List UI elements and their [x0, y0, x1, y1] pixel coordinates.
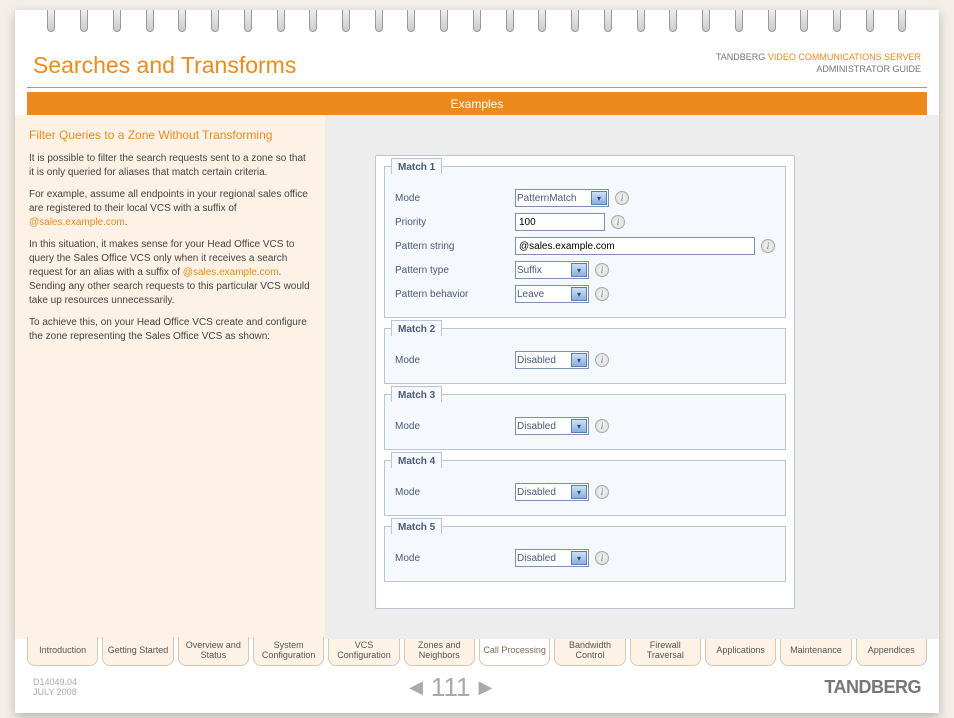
paragraph: For example, assume all endpoints in you…	[29, 188, 311, 230]
tab-call-processing[interactable]: Call Processing	[479, 637, 550, 666]
tab-bandwidth-control[interactable]: Bandwidth Control	[554, 637, 625, 666]
tab-getting-started[interactable]: Getting Started	[102, 637, 173, 666]
mode-select[interactable]: PatternMatch▾	[515, 189, 609, 207]
priority-input[interactable]	[515, 213, 605, 231]
mode-select[interactable]: Disabled▾	[515, 549, 589, 567]
section-bar: Examples	[27, 92, 927, 115]
mode-label: Mode	[395, 355, 515, 366]
pattern-string-input[interactable]	[515, 237, 755, 255]
match-5-section: Match 5 Mode Disabled▾ i	[384, 526, 786, 582]
spiral-binding	[15, 10, 939, 38]
chevron-down-icon: ▾	[571, 419, 587, 433]
tab-overview-status[interactable]: Overview and Status	[178, 637, 249, 666]
chevron-down-icon: ▾	[571, 287, 587, 301]
left-panel: Filter Queries to a Zone Without Transfo…	[15, 115, 325, 639]
brand-name: TANDBERG	[716, 52, 765, 62]
chevron-down-icon: ▾	[571, 485, 587, 499]
section-tab: Match 4	[391, 452, 442, 468]
tab-applications[interactable]: Applications	[705, 637, 776, 666]
page-header: Searches and Transforms TANDBERG VIDEO C…	[15, 38, 939, 85]
info-icon[interactable]: i	[595, 353, 609, 367]
tab-zones-neighbors[interactable]: Zones and Neighbors	[404, 637, 475, 666]
bottom-tabs: Introduction Getting Started Overview an…	[15, 637, 939, 666]
domain-link[interactable]: @sales.example.com	[183, 267, 279, 278]
right-panel: Match 1 Mode PatternMatch▾ i Priority i	[325, 115, 939, 639]
info-icon[interactable]: i	[595, 551, 609, 565]
doc-date: JULY 2008	[33, 687, 77, 697]
chevron-down-icon: ▾	[571, 551, 587, 565]
mode-label: Mode	[395, 487, 515, 498]
page-footer: D14049.04 JULY 2008 ◀ 111 ▶ TANDBERG	[15, 666, 939, 713]
tab-vcs-config[interactable]: VCS Configuration	[328, 637, 399, 666]
page-navigator: ◀ 111 ▶	[409, 672, 492, 703]
mode-select[interactable]: Disabled▾	[515, 351, 589, 369]
pattern-string-label: Pattern string	[395, 241, 515, 252]
mode-select[interactable]: Disabled▾	[515, 417, 589, 435]
header-product-info: TANDBERG VIDEO COMMUNICATIONS SERVER ADM…	[716, 52, 921, 75]
match-1-section: Match 1 Mode PatternMatch▾ i Priority i	[384, 166, 786, 318]
doc-info: D14049.04 JULY 2008	[33, 677, 77, 697]
chevron-down-icon: ▾	[571, 263, 587, 277]
info-icon[interactable]: i	[595, 485, 609, 499]
mode-label: Mode	[395, 421, 515, 432]
section-tab: Match 2	[391, 320, 442, 336]
match-2-section: Match 2 Mode Disabled▾ i	[384, 328, 786, 384]
paragraph: In this situation, it makes sense for yo…	[29, 238, 311, 308]
domain-link[interactable]: @sales.example.com	[29, 217, 125, 228]
torn-edge	[384, 592, 786, 600]
pattern-behavior-label: Pattern behavior	[395, 289, 515, 300]
info-icon[interactable]: i	[595, 287, 609, 301]
mode-select[interactable]: Disabled▾	[515, 483, 589, 501]
chevron-down-icon: ▾	[591, 191, 607, 205]
prev-page-icon[interactable]: ◀	[409, 677, 423, 698]
tab-introduction[interactable]: Introduction	[27, 637, 98, 666]
section-tab: Match 1	[391, 158, 442, 174]
guide-name: ADMINISTRATOR GUIDE	[816, 64, 921, 74]
section-heading: Filter Queries to a Zone Without Transfo…	[29, 127, 311, 144]
mode-label: Mode	[395, 193, 515, 204]
paragraph: To achieve this, on your Head Office VCS…	[29, 316, 311, 344]
mode-label: Mode	[395, 553, 515, 564]
header-divider	[27, 87, 927, 88]
pattern-type-label: Pattern type	[395, 265, 515, 276]
tab-system-config[interactable]: System Configuration	[253, 637, 324, 666]
info-icon[interactable]: i	[615, 191, 629, 205]
config-form: Match 1 Mode PatternMatch▾ i Priority i	[375, 155, 795, 609]
info-icon[interactable]: i	[611, 215, 625, 229]
product-name: VIDEO COMMUNICATIONS SERVER	[768, 52, 921, 62]
page-title: Searches and Transforms	[33, 52, 296, 79]
pattern-type-select[interactable]: Suffix▾	[515, 261, 589, 279]
tab-appendices[interactable]: Appendices	[856, 637, 927, 666]
doc-id: D14049.04	[33, 677, 77, 687]
tab-firewall-traversal[interactable]: Firewall Traversal	[630, 637, 701, 666]
priority-label: Priority	[395, 217, 515, 228]
page-number: 111	[431, 672, 471, 703]
section-tab: Match 5	[391, 518, 442, 534]
info-icon[interactable]: i	[595, 263, 609, 277]
brand-logo: TANDBERG	[824, 677, 921, 698]
match-4-section: Match 4 Mode Disabled▾ i	[384, 460, 786, 516]
chevron-down-icon: ▾	[571, 353, 587, 367]
next-page-icon[interactable]: ▶	[478, 677, 492, 698]
info-icon[interactable]: i	[595, 419, 609, 433]
match-3-section: Match 3 Mode Disabled▾ i	[384, 394, 786, 450]
document-page: Searches and Transforms TANDBERG VIDEO C…	[15, 10, 939, 713]
section-tab: Match 3	[391, 386, 442, 402]
tab-maintenance[interactable]: Maintenance	[780, 637, 851, 666]
paragraph: It is possible to filter the search requ…	[29, 152, 311, 180]
page-body: Filter Queries to a Zone Without Transfo…	[15, 115, 939, 639]
info-icon[interactable]: i	[761, 239, 775, 253]
pattern-behavior-select[interactable]: Leave▾	[515, 285, 589, 303]
